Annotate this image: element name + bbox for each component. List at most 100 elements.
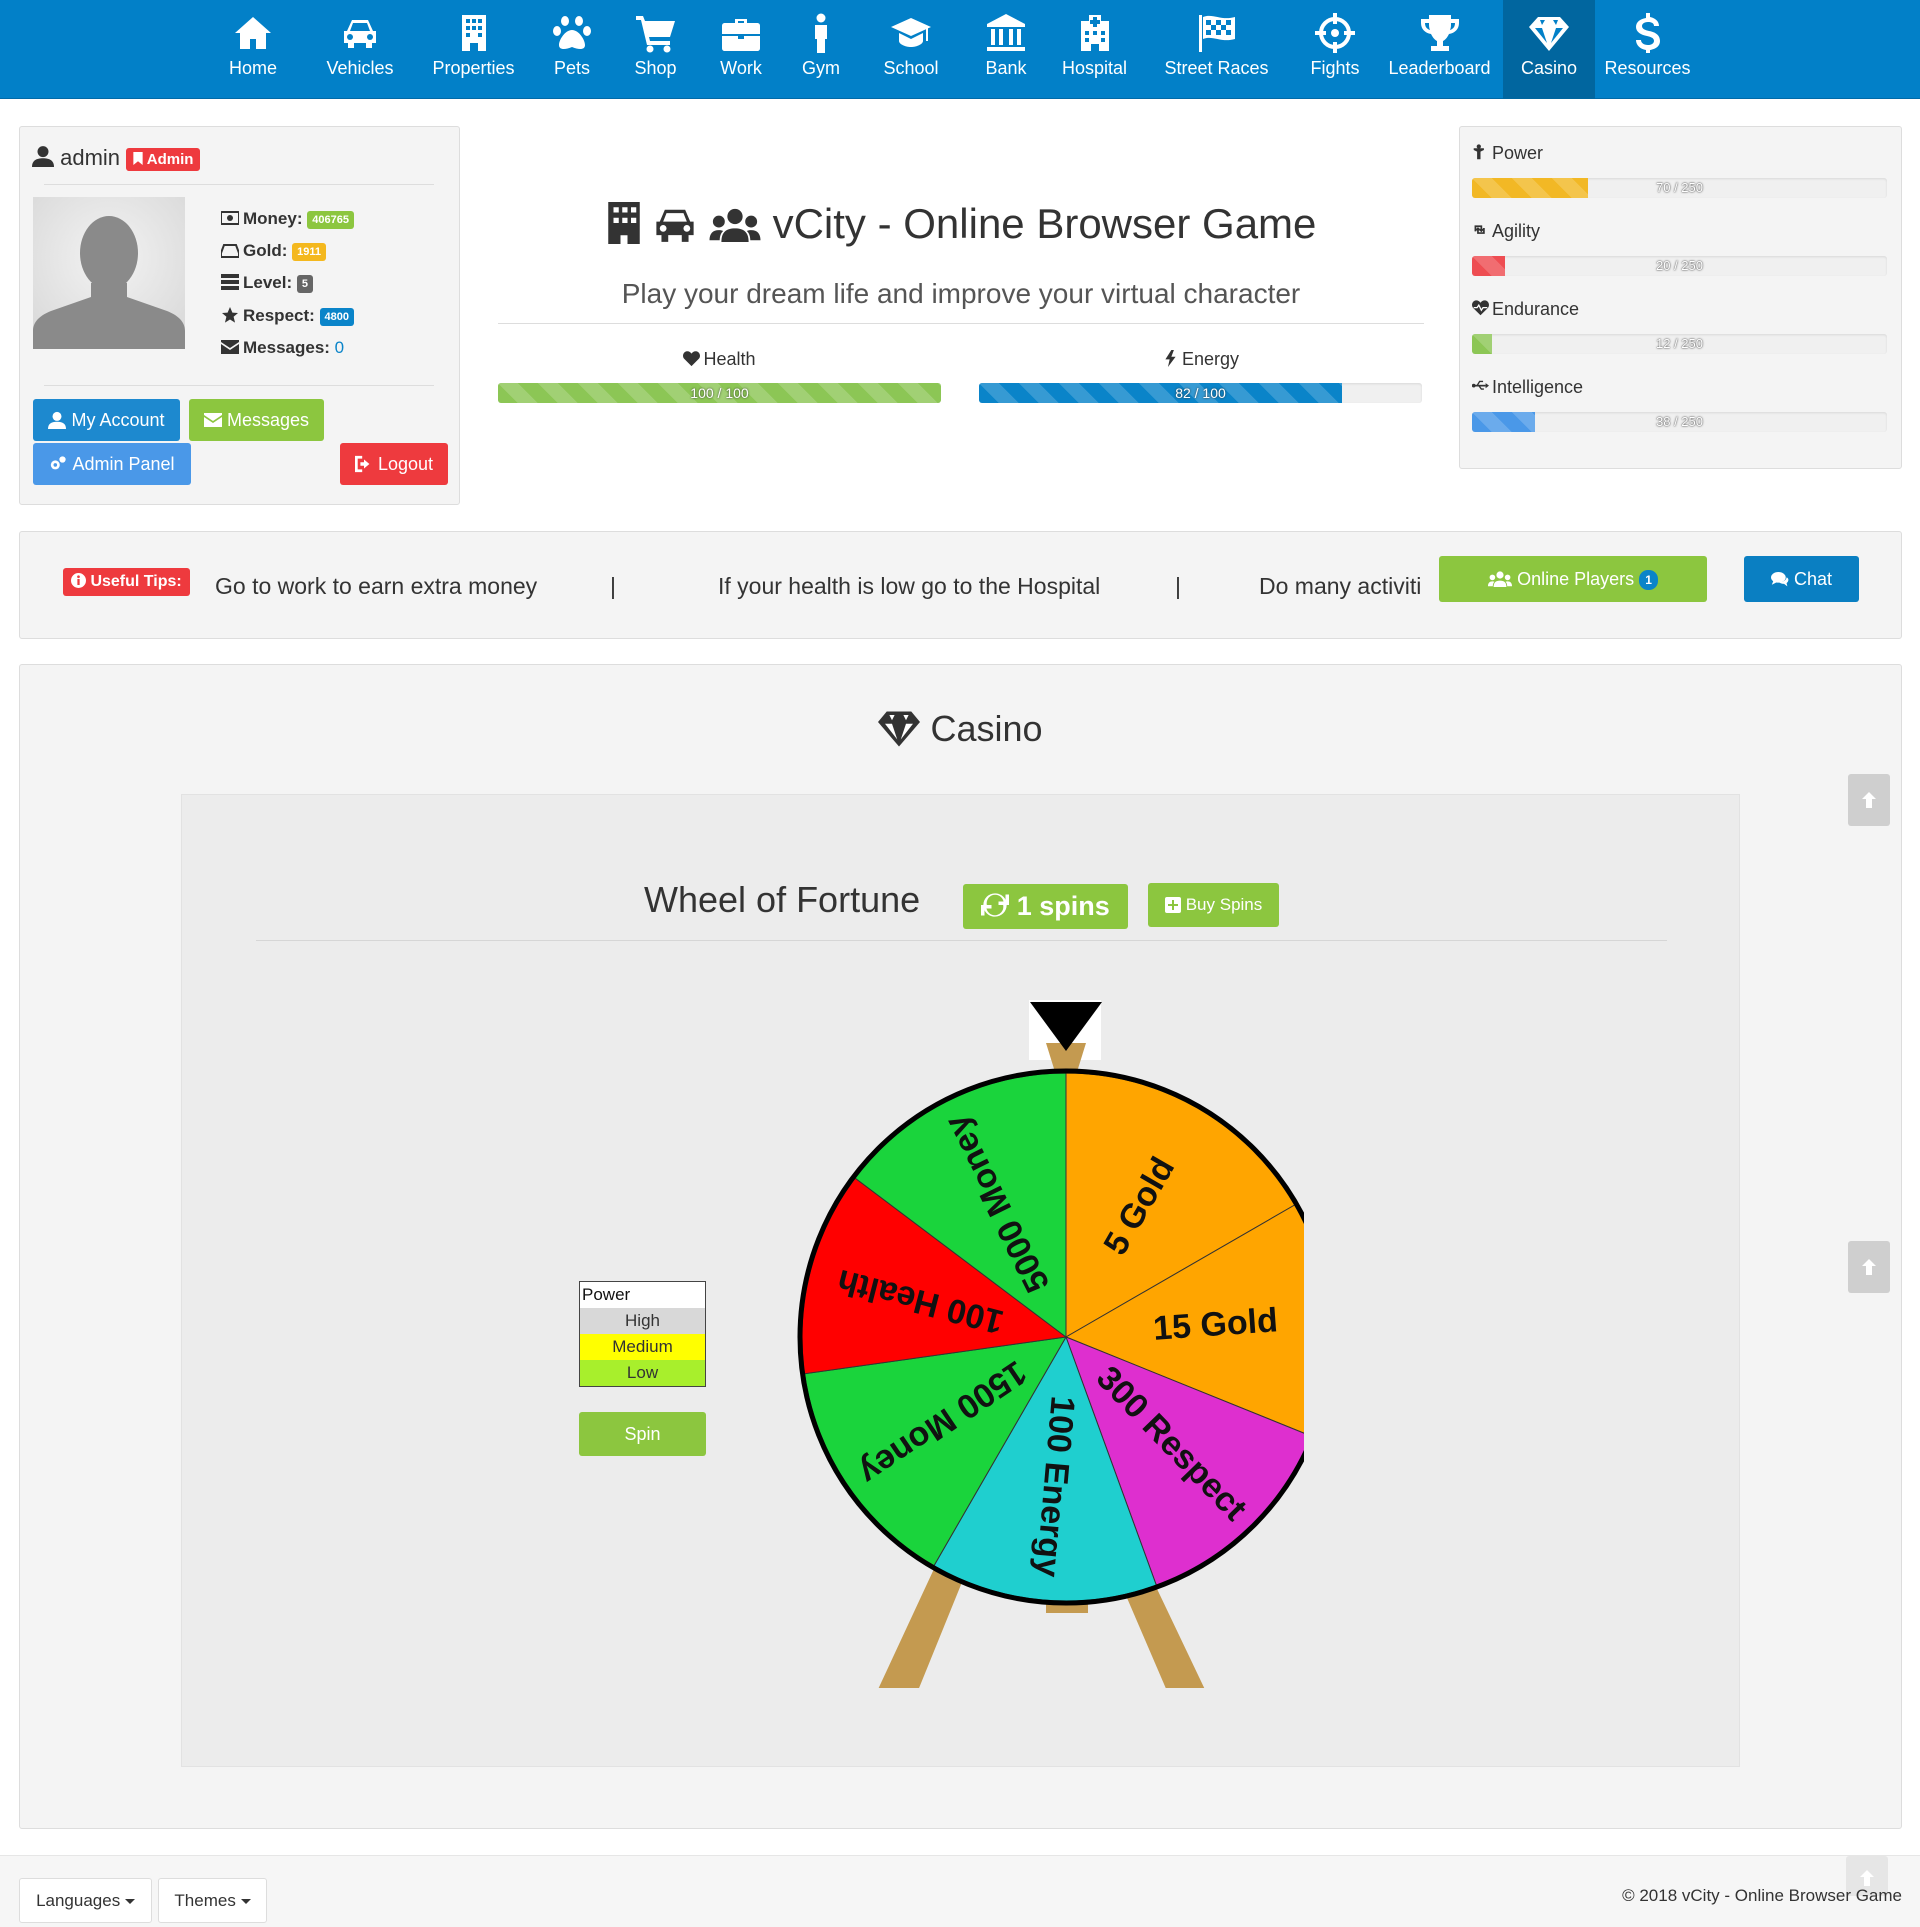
power-low-option[interactable]: Low	[580, 1360, 705, 1386]
profile-header: admin Admin	[32, 145, 201, 171]
bookmark-icon	[133, 151, 143, 165]
car-icon	[344, 20, 376, 48]
admin-panel-button[interactable]: Admin Panel	[33, 443, 191, 485]
my-account-button[interactable]: My Account	[33, 399, 180, 441]
messages-row: Messages: 0	[221, 338, 344, 358]
tip-text: If your health is low go to the Hospital	[718, 573, 1101, 599]
nav-item-label: Leaderboard	[1388, 58, 1491, 78]
nav-item-label: Street Races	[1164, 58, 1269, 78]
divider	[44, 385, 434, 386]
retweet-icon	[1474, 225, 1485, 234]
useful-tips-badge: Useful Tips:	[63, 568, 190, 596]
arrow-up-icon	[1860, 1870, 1874, 1886]
stat-bar-text: 20 / 250	[1656, 258, 1703, 273]
health-bar: 100 / 100	[498, 383, 941, 403]
star-icon	[222, 307, 238, 323]
scroll-top-button[interactable]	[1848, 1241, 1890, 1293]
nav-item-properties[interactable]: Properties	[414, 0, 533, 99]
gold-badge: 1911	[292, 242, 326, 261]
health-bar-text: 100 / 100	[690, 385, 749, 401]
nav-item-label: Gym	[802, 58, 840, 78]
arrow-up-icon	[1862, 1259, 1876, 1275]
trophy-icon	[1420, 15, 1459, 51]
tips-marquee: Go to work to earn extra money | If your h…	[215, 556, 1422, 616]
user-icon	[32, 146, 54, 167]
nav-item-shop[interactable]: Shop	[611, 0, 700, 99]
person-icon	[815, 13, 827, 53]
level-row: Level: 5	[221, 273, 313, 293]
sign-out-icon	[354, 455, 370, 473]
nav-item-resources[interactable]: Resources	[1595, 0, 1700, 99]
hero-title: vCity - Online Browser Game	[498, 200, 1424, 252]
power-high-option[interactable]: High	[580, 1308, 705, 1334]
stat-bar-text: 70 / 250	[1656, 180, 1703, 195]
diamond-icon	[878, 711, 921, 747]
nav-item-pets[interactable]: Pets	[533, 0, 611, 99]
nav-item-school[interactable]: School	[860, 0, 962, 99]
power-title: Power	[582, 1285, 631, 1304]
tip-separator: |	[1175, 573, 1181, 599]
hero-subtitle: Play your dream life and improve your vi…	[621, 278, 1301, 309]
cart-icon	[635, 16, 675, 53]
paw-icon	[553, 16, 591, 50]
tip-separator: |	[610, 573, 616, 599]
gold-icon	[220, 244, 240, 258]
nav-item-casino[interactable]: Casino	[1503, 0, 1595, 99]
divider	[498, 323, 1424, 324]
power-medium-option[interactable]: Medium	[580, 1334, 705, 1360]
nav-item-home[interactable]: Home	[200, 0, 306, 99]
messages-count[interactable]: 0	[335, 338, 344, 357]
scroll-top-button[interactable]	[1848, 774, 1890, 826]
caret-down-icon	[124, 1899, 135, 1904]
energy-bar: 82 / 100	[979, 383, 1422, 403]
building-icon	[461, 15, 486, 51]
buy-spins-button[interactable]: Buy Spins	[1148, 883, 1279, 927]
divider	[256, 940, 1667, 941]
bank-icon	[987, 14, 1025, 51]
messages-button[interactable]: Messages	[189, 399, 324, 441]
themes-dropdown[interactable]: Themes	[158, 1878, 267, 1923]
online-players-button[interactable]: Online Players 1	[1439, 556, 1707, 602]
heartbeat-icon	[1472, 300, 1489, 316]
nav-item-label: Vehicles	[326, 58, 394, 78]
money-row: Money: 406765	[220, 209, 354, 229]
nav-item-label: Bank	[985, 58, 1027, 78]
energy-bar-text: 82 / 100	[1175, 385, 1226, 401]
briefcase-icon	[722, 19, 760, 51]
power-selector: Power High Medium Low	[579, 1281, 706, 1387]
respect-row: Respect: 4800	[221, 306, 355, 326]
health-label: Health	[498, 349, 941, 370]
chat-button[interactable]: Chat	[1744, 556, 1859, 602]
nav-item-bank[interactable]: Bank	[962, 0, 1050, 99]
nav-item-street-races[interactable]: Street Races	[1139, 0, 1294, 99]
languages-dropdown[interactable]: Languages	[19, 1878, 152, 1923]
nav-item-leaderboard[interactable]: Leaderboard	[1376, 0, 1503, 99]
nav-item-vehicles[interactable]: Vehicles	[306, 0, 414, 99]
nav-item-label: Home	[228, 58, 277, 78]
top-navbar: Home Vehicles Properties Pets Shop Work Gym Sch…	[0, 0, 1920, 99]
plus-square-icon	[1164, 897, 1181, 913]
dollar-icon	[1635, 13, 1660, 54]
wheel-title: Wheel of Fortune	[644, 879, 921, 920]
stats-panel: Power 70 / 250 Agility 20 / 250 Endurance 12 …	[1459, 126, 1902, 469]
logout-button[interactable]: Logout	[340, 443, 448, 485]
user-icon	[48, 411, 67, 429]
nav-item-label: Casino	[1520, 58, 1578, 78]
money-badge: 406765	[307, 210, 354, 229]
spin-button[interactable]: Spin	[579, 1412, 706, 1456]
stat-bar-text: 38 / 250	[1656, 414, 1703, 429]
footer: Languages Themes © 2018 vCity - Online B…	[0, 1855, 1920, 1927]
crosshairs-icon	[1315, 13, 1355, 53]
nav-item-hospital[interactable]: Hospital	[1050, 0, 1139, 99]
refresh-icon	[981, 893, 1010, 917]
users-icon	[1488, 571, 1513, 587]
money-icon	[220, 211, 240, 225]
diamond-icon	[1529, 17, 1569, 51]
nav-item-work[interactable]: Work	[700, 0, 782, 99]
nav-item-gym[interactable]: Gym	[782, 0, 860, 99]
stat-label-agility: Agility	[1472, 221, 1540, 242]
wheel-of-fortune[interactable]: 5 Gold15 Gold300 Respect100 Energy1500 M…	[744, 968, 1304, 1688]
nav-item-fights[interactable]: Fights	[1294, 0, 1376, 99]
stat-label-power: Power	[1472, 143, 1543, 164]
nav-item-label: Work	[720, 58, 762, 78]
